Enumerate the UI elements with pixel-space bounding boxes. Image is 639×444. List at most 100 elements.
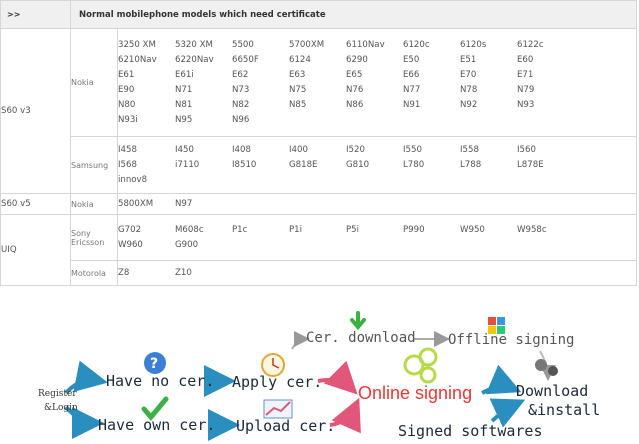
platform-label: S60 v3 <box>0 28 71 194</box>
model-name: I520 <box>346 145 365 155</box>
header-arrows: >> <box>0 0 71 29</box>
model-name: E62 <box>232 70 249 80</box>
model-name: 5700XM <box>289 40 325 50</box>
model-name: P5i <box>346 225 360 235</box>
apply-cer-label: Apply cer. <box>232 373 323 391</box>
model-name: N85 <box>289 100 307 110</box>
cer-download-label: Cer. download <box>306 330 416 346</box>
platform-label: S60 v5 <box>0 193 71 215</box>
models-list: Z8 Z10 <box>117 260 637 286</box>
model-name: Z10 <box>175 268 192 278</box>
model-name: G702 <box>118 225 142 235</box>
table-row: S60 v5 Nokia 5800XM N97 <box>0 193 637 215</box>
model-name: P990 <box>403 225 425 235</box>
model-name: E65 <box>346 70 363 80</box>
model-name: 6650F <box>232 55 259 65</box>
model-name: W960 <box>118 240 143 250</box>
model-name: 6122c <box>517 40 544 50</box>
model-name: 6120c <box>403 40 430 50</box>
model-name: N93i <box>118 115 138 125</box>
models-list: 5800XM N97 <box>117 193 637 215</box>
table-row: Motorola Z8 Z10 <box>1 260 637 286</box>
model-name: E61 <box>118 70 135 80</box>
model-name: Z8 <box>118 268 130 278</box>
signing-process-diagram: ? Register &Login Have no cer. Have own … <box>0 305 639 444</box>
model-name: 5320 XM <box>175 40 213 50</box>
certificate-models-table: >> Normal mobilephone models which need … <box>0 0 637 301</box>
have-own-cer-label: Have own cer. <box>98 416 216 434</box>
model-name: N81 <box>175 100 193 110</box>
brand-label: Sony Ericsson <box>70 214 118 261</box>
install-label: &install <box>528 401 601 419</box>
model-name: I450 <box>175 145 194 155</box>
model-name: N95 <box>175 115 193 125</box>
model-name: N78 <box>460 85 478 95</box>
arrow-apply-to-online <box>317 360 358 395</box>
model-name: N76 <box>346 85 364 95</box>
model-name: E71 <box>517 70 534 80</box>
model-name: N82 <box>232 100 250 110</box>
have-no-cer-label: Have no cer. <box>106 372 215 390</box>
models-table: >> Normal mobilephone models which need … <box>0 0 637 286</box>
model-name: I458 <box>118 145 137 155</box>
arrow-signed-to-download <box>489 398 526 428</box>
brand-label: Nokia <box>70 28 118 137</box>
brand-label: Nokia <box>70 193 118 215</box>
model-name: N73 <box>232 85 250 95</box>
model-name: 5800XM <box>118 199 154 209</box>
model-name: W958c <box>517 225 547 235</box>
register-label: Register <box>38 389 77 399</box>
model-name: E51 <box>460 55 477 65</box>
model-name: N80 <box>118 100 136 110</box>
model-name: N92 <box>460 100 478 110</box>
model-name: I568 <box>118 160 137 170</box>
brand-label: Samsung <box>70 136 118 194</box>
model-name: N96 <box>232 115 250 125</box>
table-row: S60 v3 Nokia 3250 XM 5320 XM 5500 5700XM 611… <box>0 28 637 194</box>
model-name: E61i <box>175 70 194 80</box>
model-name: N75 <box>289 85 307 95</box>
model-name: 3250 XM <box>118 40 156 50</box>
table-header-row: >> Normal mobilephone models which need … <box>0 0 637 29</box>
model-name: E70 <box>460 70 477 80</box>
header-title: Normal mobilephone models which need cer… <box>70 0 637 29</box>
model-name: N77 <box>403 85 421 95</box>
svg-text:?: ? <box>150 356 158 372</box>
model-name: I560 <box>517 145 536 155</box>
login-label: &Login <box>44 403 78 413</box>
model-name: L878E <box>517 160 544 170</box>
model-name: N71 <box>175 85 193 95</box>
platform-label: UIQ <box>0 214 71 286</box>
model-name: N86 <box>346 100 364 110</box>
model-name: M608c <box>175 225 204 235</box>
offline-signing-label: Offline signing <box>448 332 575 348</box>
model-name: L780 <box>403 160 425 170</box>
model-name: I408 <box>232 145 251 155</box>
upload-cer-label: Upload cer. <box>236 417 336 435</box>
table-row: Samsung I458 I450 I408 I400 I520 I550 I558 I560… <box>1 136 637 194</box>
model-name: G810 <box>346 160 370 170</box>
model-name: 5500 <box>232 40 254 50</box>
model-name: G818E <box>289 160 318 170</box>
circles-icon <box>403 347 438 384</box>
model-name: E60 <box>517 55 534 65</box>
chart-icon <box>263 399 293 419</box>
model-name: 6220Nav <box>175 55 214 65</box>
model-name: E90 <box>118 85 135 95</box>
arrow-online-to-download <box>481 364 522 395</box>
model-name: E63 <box>289 70 306 80</box>
models-list: G702 M608c P1c P1i P5i P990 W950 W958c W960 G900 <box>117 214 637 261</box>
models-list: 3250 XM 5320 XM 5500 5700XM 6110Nav 6120c 6120… <box>117 28 637 137</box>
model-name: 6120s <box>460 40 487 50</box>
models-list: I458 I450 I408 I400 I520 I550 I558 I560 I568 i711… <box>117 136 637 194</box>
model-name: N91 <box>403 100 421 110</box>
model-name: G900 <box>175 240 199 250</box>
arrow-apply-to-cer-download <box>291 331 310 350</box>
checkmark-icon <box>141 396 169 421</box>
model-name: P1c <box>232 225 248 235</box>
model-name: i7110 <box>175 160 200 170</box>
signed-softwares-label: Signed softwares <box>398 422 543 440</box>
model-name: I400 <box>289 145 308 155</box>
model-name: N79 <box>517 85 535 95</box>
model-name: 6124 <box>289 55 311 65</box>
